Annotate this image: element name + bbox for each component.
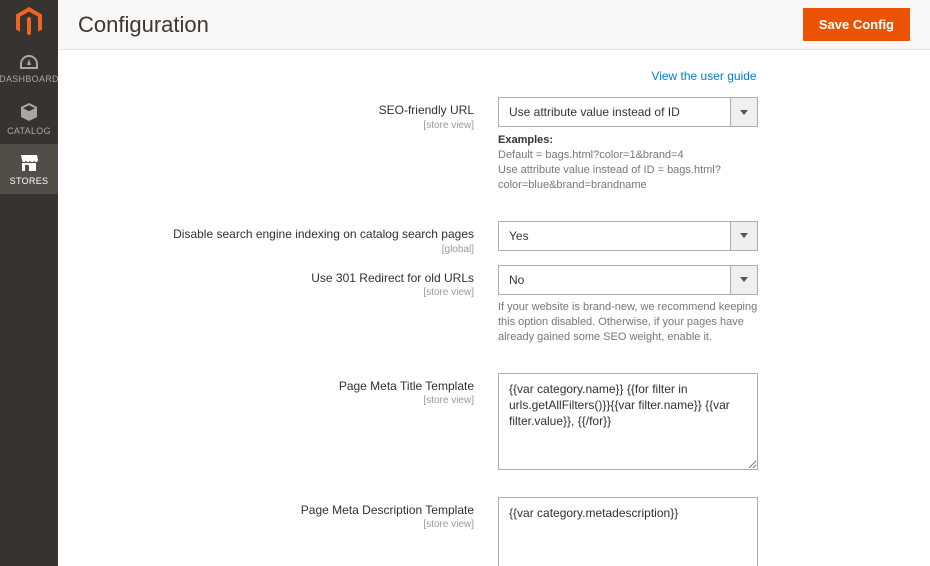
user-guide-link-wrap: View the user guide [498, 68, 910, 83]
page-title: Configuration [78, 12, 209, 38]
sidebar-label: CATALOG [7, 126, 51, 136]
select-value: Use attribute value instead of ID [498, 97, 730, 127]
magento-logo[interactable] [0, 0, 58, 44]
scope-text: [store view] [78, 120, 474, 131]
page-header: Configuration Save Config [58, 0, 930, 50]
label: SEO-friendly URL [store view] [78, 97, 498, 131]
disable-indexing-select[interactable]: Yes [498, 221, 758, 251]
sidebar-item-dashboard[interactable]: DASHBOARD [0, 44, 58, 92]
config-form: View the user guide SEO-friendly URL [st… [58, 50, 930, 566]
chevron-down-icon [730, 221, 758, 251]
label-text: SEO-friendly URL [78, 103, 474, 119]
select-value: Yes [498, 221, 730, 251]
seo-url-examples: Examples: Default = bags.html?color=1&br… [498, 133, 758, 193]
sidebar-label: DASHBOARD [0, 74, 59, 84]
label: Page Meta Description Template [store vi… [78, 497, 498, 566]
label-text: Page Meta Description Template [78, 503, 474, 519]
admin-sidebar: DASHBOARD CATALOG STORES [0, 0, 58, 566]
field-seo-url: SEO-friendly URL [store view] Use attrib… [78, 97, 910, 131]
scope-text: [global] [78, 244, 474, 255]
meta-description-textarea[interactable] [498, 497, 758, 566]
scope-text: [store view] [78, 395, 474, 406]
label-text: Disable search engine indexing on catalo… [78, 227, 474, 243]
select-value: No [498, 265, 730, 295]
examples-body: Default = bags.html?color=1&brand=4 Use … [498, 149, 721, 191]
cube-icon [19, 102, 39, 122]
user-guide-link[interactable]: View the user guide [651, 69, 756, 83]
field-meta-title: Page Meta Title Template [store view] [78, 373, 910, 473]
label-text: Use 301 Redirect for old URLs [78, 271, 474, 287]
redirect-301-select[interactable]: No [498, 265, 758, 295]
label-text: Page Meta Title Template [78, 379, 474, 395]
meta-title-textarea[interactable] [498, 373, 758, 470]
field-301-redirect: Use 301 Redirect for old URLs [store vie… [78, 265, 910, 299]
field-meta-description: Page Meta Description Template [store vi… [78, 497, 910, 566]
sidebar-item-stores[interactable]: STORES [0, 144, 58, 194]
label: Disable search engine indexing on catalo… [78, 221, 498, 255]
label: Use 301 Redirect for old URLs [store vie… [78, 265, 498, 299]
sidebar-item-catalog[interactable]: CATALOG [0, 92, 58, 144]
chevron-down-icon [730, 265, 758, 295]
seo-url-select[interactable]: Use attribute value instead of ID [498, 97, 758, 127]
examples-title: Examples: [498, 133, 758, 148]
scope-text: [store view] [78, 519, 474, 530]
field-disable-indexing: Disable search engine indexing on catalo… [78, 221, 910, 255]
chevron-down-icon [730, 97, 758, 127]
sidebar-label: STORES [10, 176, 49, 186]
label: Page Meta Title Template [store view] [78, 373, 498, 473]
gauge-icon [19, 54, 39, 70]
magento-logo-icon [16, 7, 42, 37]
scope-text: [store view] [78, 287, 474, 298]
store-icon [19, 154, 39, 172]
redirect-301-note: If your website is brand-new, we recomme… [498, 300, 758, 345]
save-config-button[interactable]: Save Config [803, 8, 910, 41]
